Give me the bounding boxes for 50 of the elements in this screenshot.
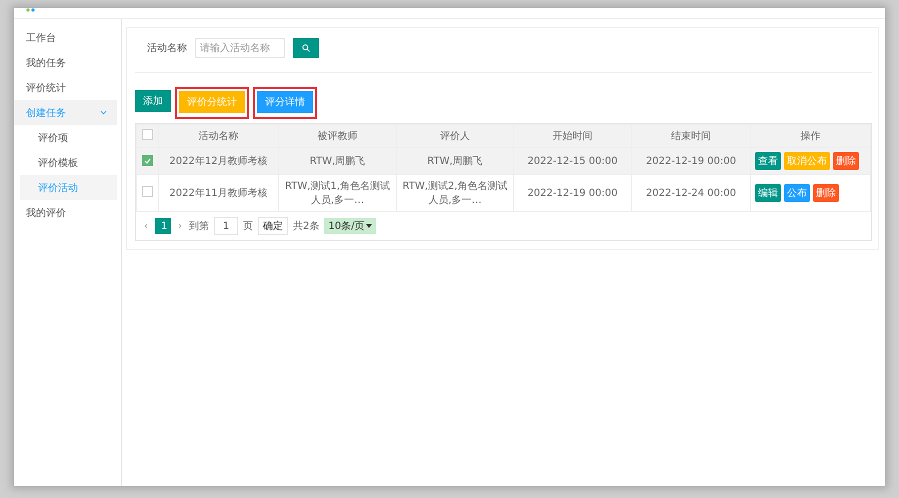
confirm-button[interactable]: 确定 [258,217,288,235]
sidebar-item[interactable]: 评价项 [20,125,117,150]
page-unit: 页 [243,220,253,233]
chevron-icon [100,110,107,115]
action-button[interactable]: 编辑 [755,184,781,202]
logo-icon [26,8,36,12]
table-cell: RTW,周鹏飞 [396,148,514,174]
action-button[interactable]: 公布 [784,184,810,202]
page-input[interactable]: 1 [214,217,238,235]
previous-page-button[interactable]: ‹ [142,220,150,232]
action-button[interactable]: 查看 [755,152,781,170]
column-header: 被评教师 [278,124,396,148]
table-cell: RTW,测试1,角色名测试人员,多一… [278,174,396,212]
sidebar-item[interactable]: 创建任务 [14,100,117,125]
action-button[interactable]: 删除 [833,152,859,170]
next-page-button[interactable]: › [176,220,184,232]
table-cell: 2022-12-15 00:00 [514,148,632,174]
field-label: 活动名称 [147,42,187,55]
table-cell: 2022-12-19 00:00 [514,174,632,212]
search-field[interactable]: 请输入活动名称 [195,38,285,58]
sidebar-item[interactable]: 我的评价 [14,200,117,225]
total-count: 共2条 [293,220,320,233]
column-header: 开始时间 [514,124,632,148]
goto-label: 到第 [189,220,209,233]
toolbar-button[interactable]: 添加 [135,90,171,112]
action-button[interactable]: 删除 [813,184,839,202]
checkbox[interactable] [142,186,153,197]
sidebar-item[interactable]: 工作台 [14,25,117,50]
sidebar-item[interactable]: 评价统计 [14,75,117,100]
page-button[interactable]: 1 [155,218,171,234]
sidebar-item[interactable]: 评价活动 [20,175,117,200]
search-button[interactable] [293,38,319,58]
column-header: 操作 [750,124,870,148]
table-cell: 2022年11月教师考核 [158,174,278,212]
table-cell: RTW,测试2,角色名测试人员,多一… [396,174,514,212]
table-cell: RTW,周鹏飞 [278,148,396,174]
sidebar-item[interactable]: 我的任务 [14,50,117,75]
table-cell: 2022年12月教师考核 [158,148,278,174]
checkbox[interactable] [142,155,153,166]
search-icon [302,44,310,52]
checkbox[interactable] [142,129,153,140]
column-header: 结束时间 [632,124,750,148]
table-cell: 2022-12-24 00:00 [632,174,750,212]
column-header: 评价人 [396,124,514,148]
sidebar-item[interactable]: 评价模板 [20,150,117,175]
column-header: 活动名称 [158,124,278,148]
caret-icon [366,224,372,228]
page-size-select[interactable]: 10条/页 [324,218,376,234]
table-cell: 2022-12-19 00:00 [632,148,750,174]
toolbar-button[interactable]: 评分详情 [257,91,313,113]
